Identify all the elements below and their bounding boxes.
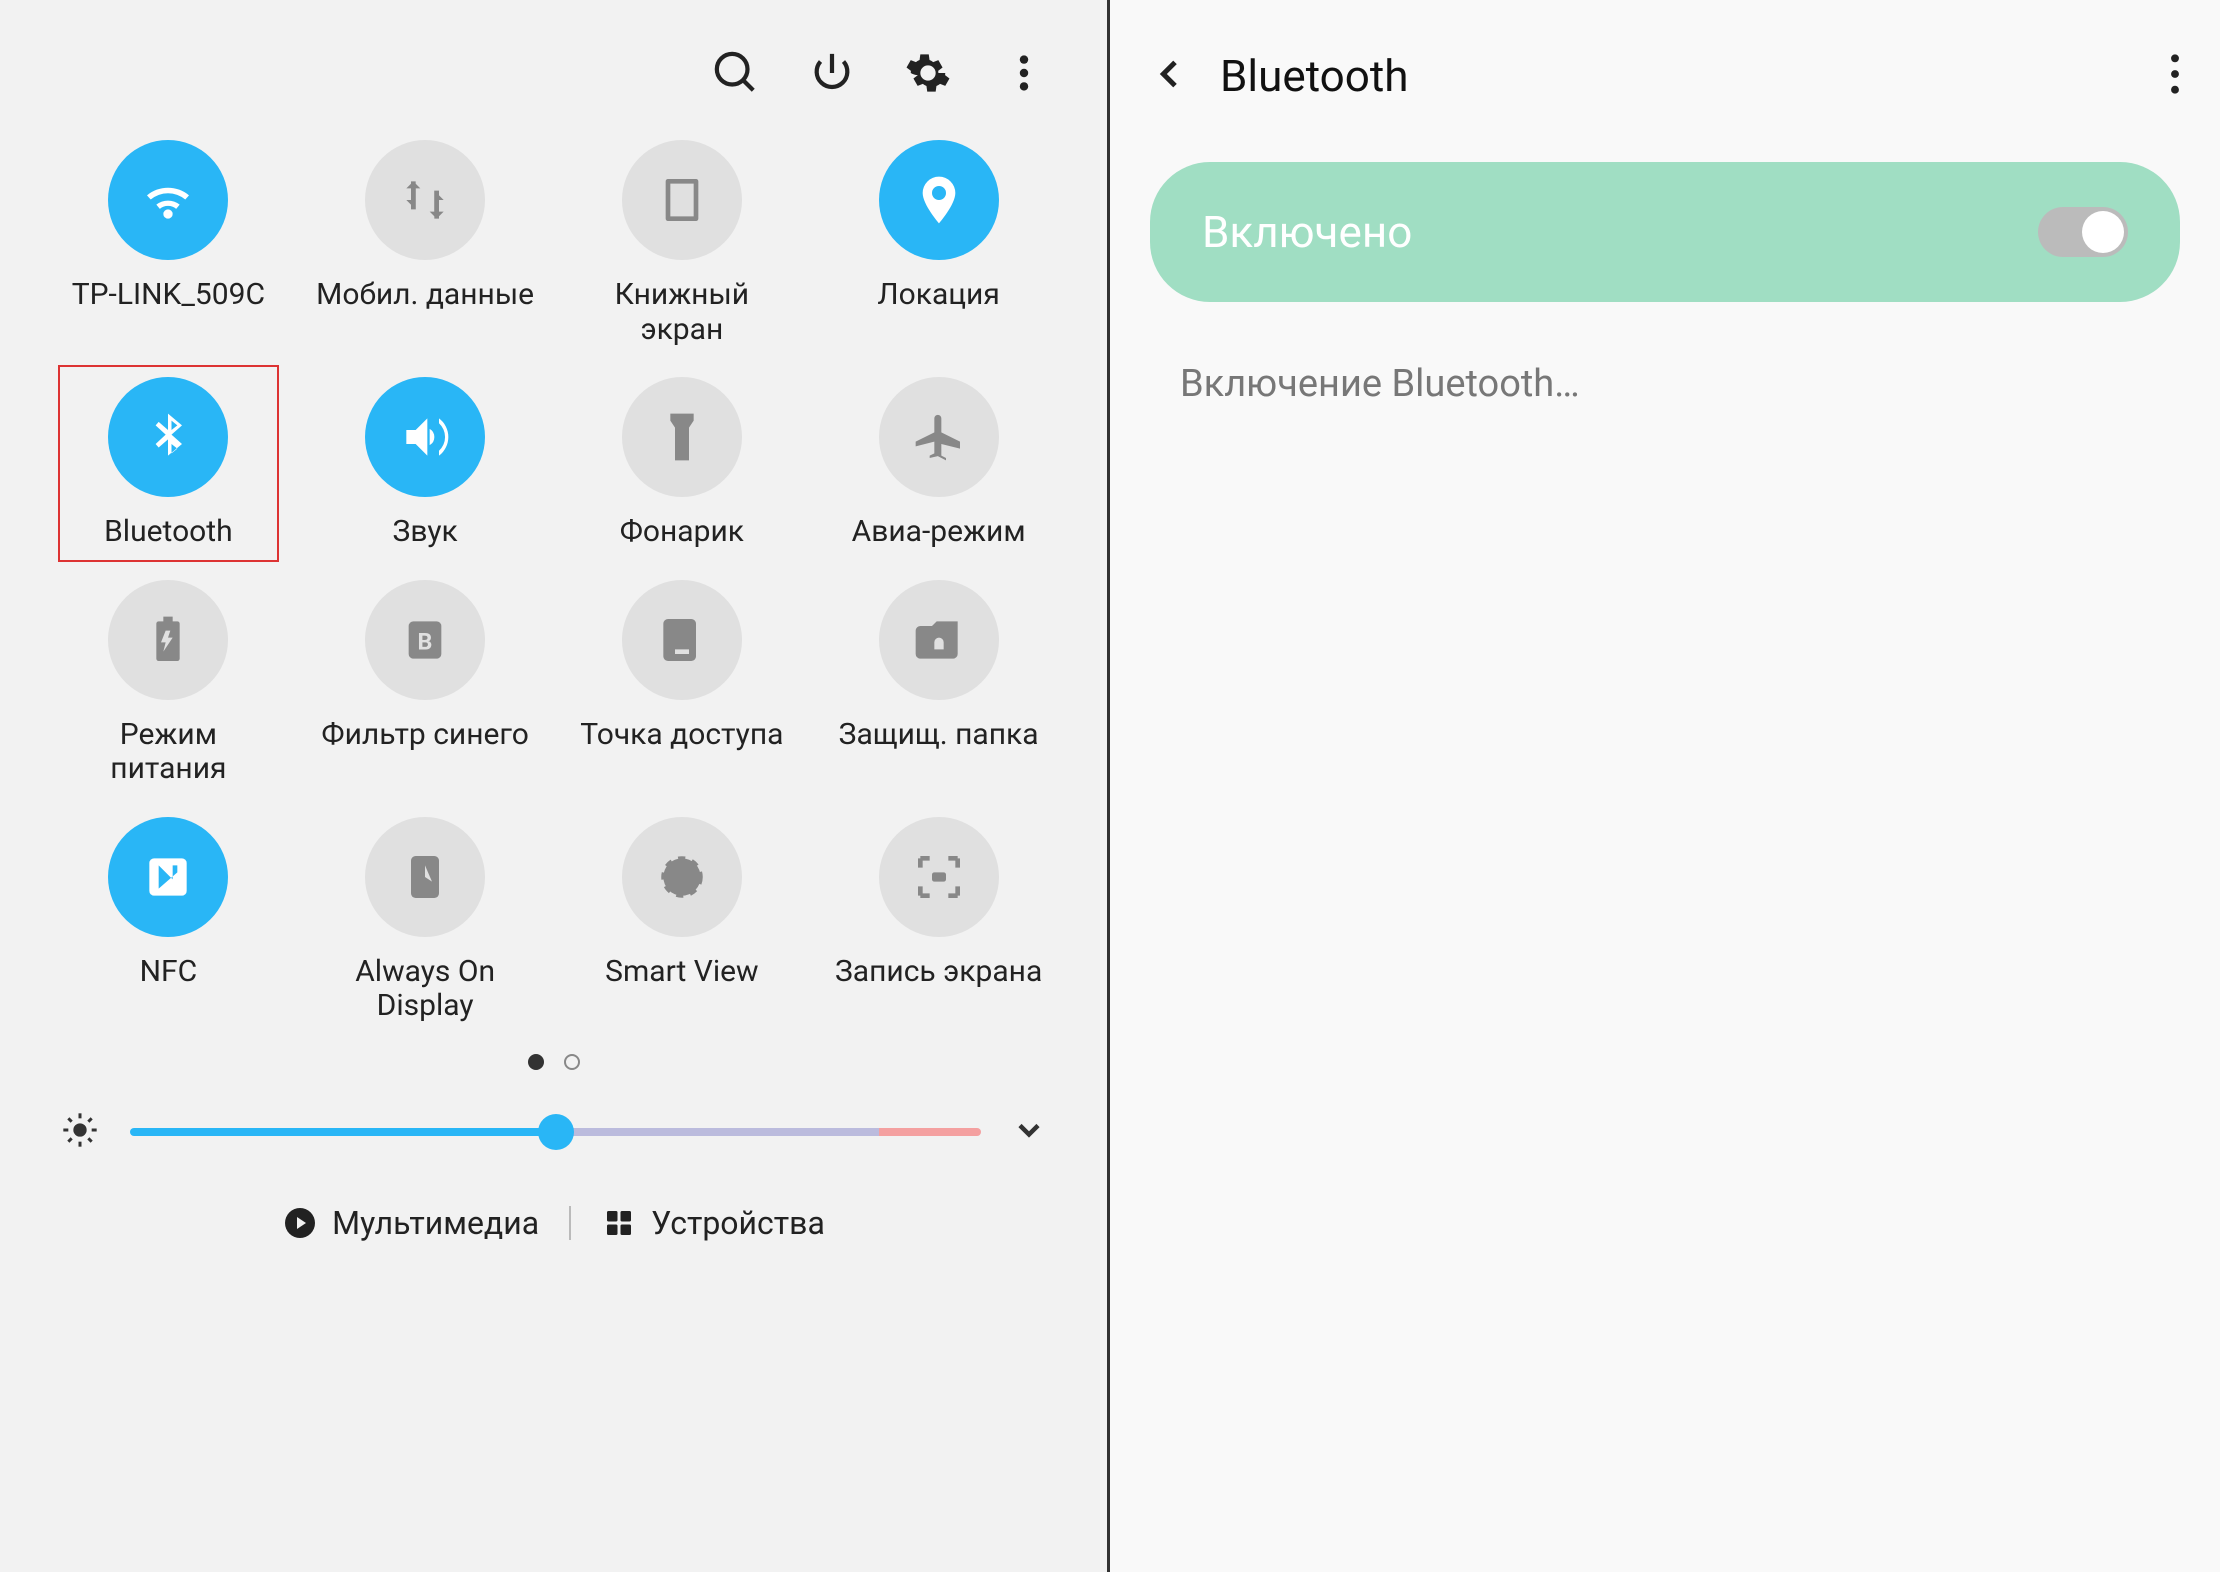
quick-settings-panel: TP-LINK_509C Мобил. данные Книжный экран… [0, 0, 1110, 1572]
tile-label: Bluetooth [104, 515, 233, 550]
tile-sound[interactable]: Звук [297, 377, 554, 550]
tile-label: Книжный экран [572, 278, 792, 347]
bt-toggle-label: Включено [1202, 206, 1412, 258]
bt-toggle-switch[interactable] [2038, 207, 2128, 257]
tile-data[interactable]: Мобил. данные [297, 140, 554, 347]
wifi-icon [108, 140, 228, 260]
gear-icon[interactable] [905, 50, 951, 100]
bt-toggle-card[interactable]: Включено [1150, 162, 2180, 302]
tile-bluetooth[interactable]: Bluetooth [58, 365, 279, 562]
location-icon [879, 140, 999, 260]
media-button[interactable]: Мультимедиа [282, 1204, 539, 1242]
airplane-icon [879, 377, 999, 497]
tile-label: Фонарик [620, 515, 744, 550]
svg-text:B: B [418, 627, 433, 655]
page-dot-0[interactable] [528, 1054, 544, 1070]
tile-label: Фильтр синего [321, 718, 528, 753]
tile-aod[interactable]: Always On Display [297, 817, 554, 1024]
brightness-slider[interactable] [130, 1128, 981, 1136]
tile-label: NFC [140, 955, 198, 990]
more-icon[interactable] [2170, 52, 2180, 100]
brightness-icon [60, 1110, 100, 1154]
tile-smartview[interactable]: Smart View [554, 817, 811, 1024]
bottom-row: Мультимедиа Устройства [30, 1174, 1077, 1252]
secure-icon [879, 580, 999, 700]
aod-icon [365, 817, 485, 937]
tile-hotspot[interactable]: Точка доступа [554, 580, 811, 787]
tile-bluefilter[interactable]: B Фильтр синего [297, 580, 554, 787]
tile-label: TP-LINK_509C [72, 278, 265, 313]
devices-button[interactable]: Устройства [601, 1204, 825, 1242]
tile-power[interactable]: Режим питания [40, 580, 297, 787]
page-dot-1[interactable] [564, 1054, 580, 1070]
book-icon [622, 140, 742, 260]
bt-status: Включение Bluetooth… [1150, 302, 2180, 466]
tile-location[interactable]: Локация [810, 140, 1067, 347]
page-title: Bluetooth [1220, 50, 2140, 102]
smartview-icon [622, 817, 742, 937]
bluefilter-icon: B [365, 580, 485, 700]
tile-label: Авиа-режим [852, 515, 1026, 550]
brightness-row [30, 1090, 1077, 1174]
data-icon [365, 140, 485, 260]
divider [569, 1206, 571, 1240]
slider-thumb[interactable] [538, 1114, 574, 1150]
tile-nfc[interactable]: NFC [40, 817, 297, 1024]
qs-grid: TP-LINK_509C Мобил. данные Книжный экран… [30, 140, 1077, 1024]
tile-wifi[interactable]: TP-LINK_509C [40, 140, 297, 347]
back-icon[interactable] [1150, 54, 1190, 98]
torch-icon [622, 377, 742, 497]
bluetooth-panel: Bluetooth Включено Включение Bluetooth… [1110, 0, 2220, 1572]
search-icon[interactable] [713, 50, 759, 100]
pager [30, 1054, 1077, 1070]
tile-airplane[interactable]: Авиа-режим [810, 377, 1067, 550]
devices-label: Устройства [651, 1204, 825, 1242]
tile-torch[interactable]: Фонарик [554, 377, 811, 550]
more-icon[interactable] [1001, 50, 1047, 100]
tile-label: Always On Display [315, 955, 535, 1024]
nfc-icon [108, 817, 228, 937]
tile-label: Локация [877, 278, 999, 313]
record-icon [879, 817, 999, 937]
tile-label: Режим питания [58, 718, 278, 787]
tile-label: Звук [393, 515, 458, 550]
power-icon[interactable] [809, 50, 855, 100]
media-label: Мультимедиа [332, 1204, 539, 1242]
tile-label: Защищ. папка [839, 718, 1039, 753]
sound-icon [365, 377, 485, 497]
hotspot-icon [622, 580, 742, 700]
bluetooth-icon [108, 377, 228, 497]
tile-book[interactable]: Книжный экран [554, 140, 811, 347]
tile-secure[interactable]: Защищ. папка [810, 580, 1067, 787]
toggle-knob [2082, 211, 2124, 253]
tile-label: Smart View [605, 955, 758, 990]
tile-label: Запись экрана [835, 955, 1042, 990]
chevron-down-icon[interactable] [1011, 1112, 1047, 1152]
tile-label: Мобил. данные [316, 278, 534, 313]
tile-label: Точка доступа [580, 718, 783, 753]
battery-icon [108, 580, 228, 700]
bt-header: Bluetooth [1150, 30, 2180, 162]
tile-record[interactable]: Запись экрана [810, 817, 1067, 1024]
qs-top-icons [30, 30, 1077, 140]
